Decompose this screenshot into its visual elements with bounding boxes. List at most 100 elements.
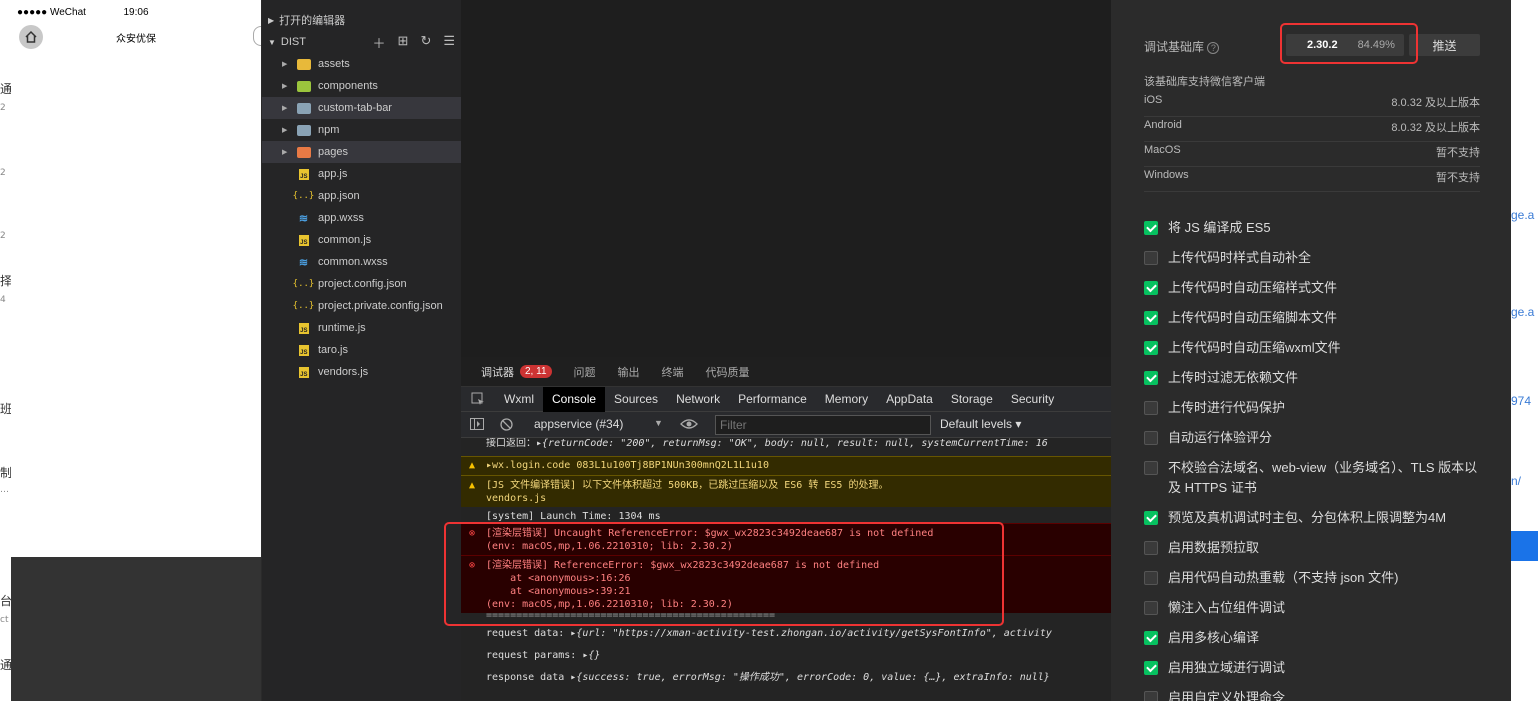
checkbox-checked[interactable]	[1144, 511, 1158, 525]
checkbox-checked[interactable]	[1144, 661, 1158, 675]
setting-option[interactable]: 自动运行体验评分	[1144, 428, 1484, 448]
setting-option-label: 启用数据预拉取	[1168, 540, 1260, 555]
tab-debugger[interactable]: 调试器 2, 11	[481, 364, 552, 380]
setting-option[interactable]: 启用独立域进行调试	[1144, 658, 1484, 678]
eye-icon[interactable]	[680, 417, 698, 434]
collapse-icon[interactable]: ☰	[443, 33, 455, 52]
platform-name: Windows	[1144, 169, 1189, 181]
file-tree-item[interactable]: ▶ custom-tab-bar	[262, 97, 461, 119]
tab-sources[interactable]: Sources	[605, 387, 667, 412]
file-tree-item[interactable]: ▶ npm	[262, 119, 461, 141]
context-selector[interactable]: appservice (#34)	[534, 417, 623, 431]
setting-option-label: 不校验合法域名、web-view（业务域名）、TLS 版本以及 HTTPS 证书	[1168, 460, 1478, 495]
setting-option[interactable]: 上传代码时自动压缩wxml文件	[1144, 338, 1484, 358]
context-dropdown-icon[interactable]: ▼	[654, 418, 663, 428]
checkbox-unchecked[interactable]	[1144, 431, 1158, 445]
checkbox-unchecked[interactable]	[1144, 571, 1158, 585]
setting-option[interactable]: 启用数据预拉取	[1144, 538, 1484, 558]
tab-output[interactable]: 输出	[618, 364, 640, 380]
explorer-actions: ＋ ⊞ ↻ ☰	[373, 33, 455, 52]
checkbox-unchecked[interactable]	[1144, 691, 1158, 701]
file-tree-item[interactable]: JS vendors.js	[262, 361, 461, 383]
link-fragment: ge.a	[1511, 208, 1535, 222]
phone-time: 19:06	[123, 7, 149, 18]
setting-option[interactable]: 上传时进行代码保护	[1144, 398, 1484, 418]
file-tree-item[interactable]: ▶ components	[262, 75, 461, 97]
file-tree-item[interactable]: ≋ app.wxss	[262, 207, 461, 229]
checkbox-checked[interactable]	[1144, 341, 1158, 355]
setting-option[interactable]: 懒注入占位组件调试	[1144, 598, 1484, 618]
file-tree-item-label: app.json	[318, 190, 360, 202]
new-folder-icon[interactable]: ⊞	[398, 33, 409, 52]
tab-security[interactable]: Security	[1002, 387, 1063, 412]
setting-option[interactable]: 启用多核心编译	[1144, 628, 1484, 648]
setting-option[interactable]: 不校验合法域名、web-view（业务域名）、TLS 版本以及 HTTPS 证书	[1144, 458, 1484, 498]
setting-option[interactable]: 预览及真机调试时主包、分包体积上限调整为4M	[1144, 508, 1484, 528]
file-tree-item[interactable]: JS app.js	[262, 163, 461, 185]
setting-option[interactable]: 启用代码自动热重载（不支持 json 文件)	[1144, 568, 1484, 588]
checkbox-unchecked[interactable]	[1144, 251, 1158, 265]
file-tree-item[interactable]: ▶ assets	[262, 53, 461, 75]
push-button[interactable]: 推送	[1409, 34, 1480, 56]
inspect-icon[interactable]	[461, 392, 495, 406]
file-tree-item[interactable]: ▶ pages	[262, 141, 461, 163]
devtools-panel-tabs: Wxml Console Sources Network Performance…	[461, 386, 1111, 412]
checkbox-checked[interactable]	[1144, 631, 1158, 645]
help-icon[interactable]: ?	[1207, 42, 1220, 54]
checkbox-checked[interactable]	[1144, 221, 1158, 235]
filter-input[interactable]	[715, 415, 931, 435]
open-editors-header[interactable]: ▶ 打开的编辑器	[262, 9, 461, 31]
sidebar-toggle-icon[interactable]	[470, 418, 484, 433]
tab-wxml[interactable]: Wxml	[495, 387, 543, 412]
clear-console-icon[interactable]	[500, 418, 513, 434]
tab-appdata[interactable]: AppData	[877, 387, 942, 412]
setting-option[interactable]: 上传代码时自动压缩脚本文件	[1144, 308, 1484, 328]
setting-option[interactable]: 将 JS 编译成 ES5	[1144, 218, 1484, 238]
log-levels-select[interactable]: Default levels ▾	[940, 417, 1021, 431]
home-button[interactable]	[19, 25, 43, 49]
file-tree-item[interactable]: JS common.js	[262, 229, 461, 251]
checkbox-unchecked[interactable]	[1144, 401, 1158, 415]
tab-console[interactable]: Console	[543, 386, 606, 412]
strip-char: 通	[0, 82, 11, 96]
phone-status-bar: ●●●●● WeChat 19:06	[11, 0, 261, 24]
checkbox-unchecked[interactable]	[1144, 541, 1158, 555]
tab-code-quality[interactable]: 代码质量	[706, 364, 750, 380]
file-tree-item[interactable]: {..} app.json	[262, 185, 461, 207]
setting-option[interactable]: 上传代码时自动压缩样式文件	[1144, 278, 1484, 298]
checkbox-checked[interactable]	[1144, 311, 1158, 325]
strip-char: 台	[0, 594, 11, 608]
setting-option[interactable]: 启用自定义处理命令	[1144, 688, 1484, 701]
tab-memory[interactable]: Memory	[816, 387, 877, 412]
file-tree-item[interactable]: ≋ common.wxss	[262, 251, 461, 273]
tab-performance[interactable]: Performance	[729, 387, 816, 412]
new-file-icon[interactable]: ＋	[373, 33, 386, 52]
file-tree-item[interactable]: JS runtime.js	[262, 317, 461, 339]
file-tree-item[interactable]: {..} project.private.config.json	[262, 295, 461, 317]
checkbox-checked[interactable]	[1144, 281, 1158, 295]
file-tree-item[interactable]: JS taro.js	[262, 339, 461, 361]
dist-header[interactable]: ▼ DIST ＋ ⊞ ↻ ☰	[262, 31, 461, 53]
setting-option[interactable]: 上传时过滤无依赖文件	[1144, 368, 1484, 388]
capsule-button[interactable]	[253, 26, 261, 46]
setting-option[interactable]: 上传代码时样式自动补全	[1144, 248, 1484, 268]
setting-option-label: 上传时过滤无依赖文件	[1168, 370, 1299, 385]
checkbox-unchecked[interactable]	[1144, 601, 1158, 615]
checkbox-checked[interactable]	[1144, 371, 1158, 385]
js-file-icon: JS	[296, 322, 311, 334]
home-icon	[25, 30, 37, 43]
chevron-right-icon: ▶	[282, 149, 288, 156]
tab-issues[interactable]: 问题	[574, 364, 596, 380]
tab-terminal[interactable]: 终端	[662, 364, 684, 380]
tab-debugger-label: 调试器	[481, 366, 514, 379]
far-right-strip: ge.a ge.a 974 n/	[1511, 0, 1538, 701]
platform-support: 暂不支持	[1436, 172, 1480, 184]
file-tree-item[interactable]: {..} project.config.json	[262, 273, 461, 295]
refresh-icon[interactable]: ↻	[420, 33, 431, 52]
strip-char: 2	[0, 103, 6, 113]
platform-name: iOS	[1144, 94, 1163, 106]
tab-network[interactable]: Network	[667, 387, 729, 412]
checkbox-unchecked[interactable]	[1144, 461, 1158, 475]
platform-row: MacOS 暂不支持	[1144, 144, 1480, 167]
tab-storage[interactable]: Storage	[942, 387, 1002, 412]
